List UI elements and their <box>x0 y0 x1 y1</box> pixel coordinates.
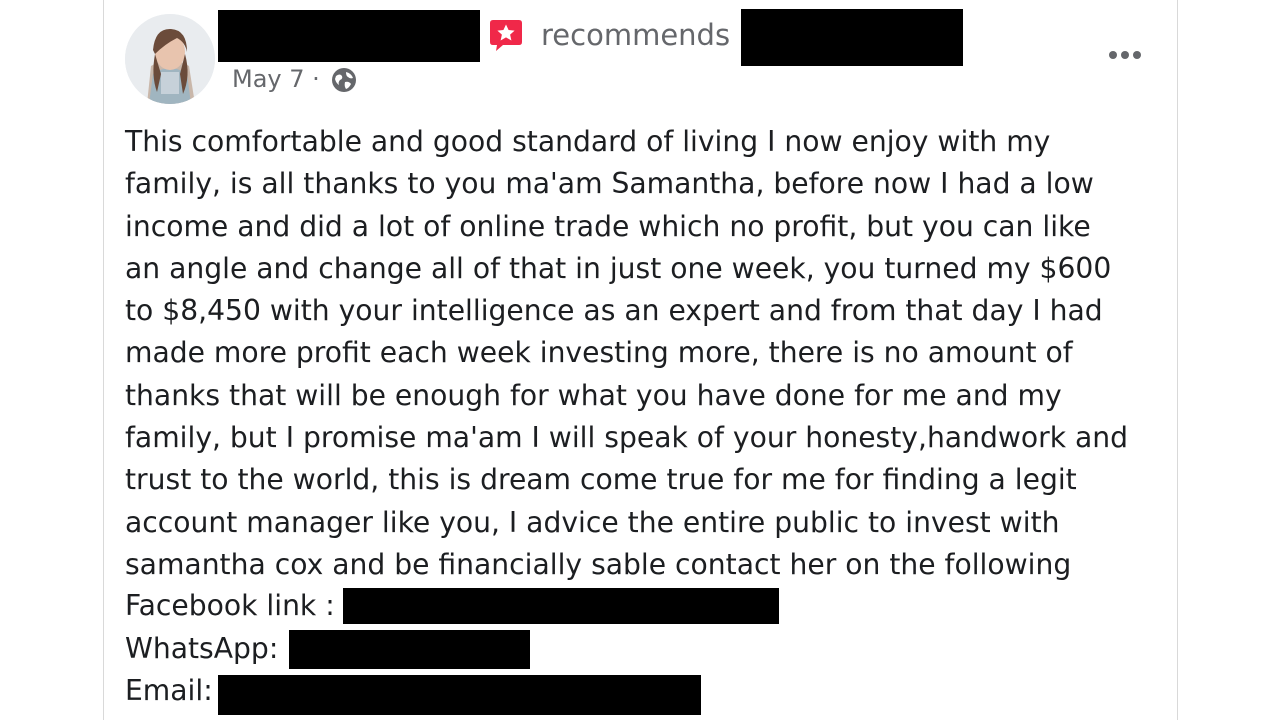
post-body: This comfortable and good standard of li… <box>125 121 1170 586</box>
redacted-whatsapp-number <box>289 630 530 669</box>
post-body-line: to $8,450 with your intelligence as an e… <box>125 294 1103 328</box>
post-card: recommends May 7 · This comfortable and … <box>103 0 1178 720</box>
post-body-line: trust to the world, this is dream come t… <box>125 463 1077 497</box>
redacted-page-name <box>741 9 963 66</box>
recommends-label: recommends <box>541 18 731 52</box>
redacted-email <box>218 675 701 715</box>
post-body-line: made more profit each week investing mor… <box>125 336 1073 370</box>
globe-icon <box>332 68 356 92</box>
redacted-author-name <box>218 10 480 62</box>
facebook-link-label: Facebook link : <box>125 589 335 622</box>
whatsapp-label: WhatsApp: <box>125 632 279 665</box>
more-options-icon[interactable] <box>1104 42 1146 68</box>
post-body-line: thanks that will be enough for what you … <box>125 378 1062 412</box>
post-body-line: samantha cox and be financially sable co… <box>125 547 1072 581</box>
email-label: Email: <box>125 674 213 707</box>
avatar-photo <box>125 14 215 104</box>
post-body-line: family, but I promise ma'am I will speak… <box>125 421 1129 455</box>
post-body-line: family, is all thanks to you ma'am Saman… <box>125 167 1094 201</box>
post-body-line: account manager like you, I advice the e… <box>125 505 1060 539</box>
recommend-star-icon <box>490 20 522 51</box>
avatar[interactable] <box>125 14 215 104</box>
post-date[interactable]: May 7 · <box>232 63 320 95</box>
post-body-line: income and did a lot of online trade whi… <box>125 209 1091 243</box>
post-body-line: This comfortable and good standard of li… <box>125 125 1051 158</box>
redacted-facebook-link <box>343 588 779 624</box>
post-body-line: an angle and change all of that in just … <box>125 251 1112 285</box>
